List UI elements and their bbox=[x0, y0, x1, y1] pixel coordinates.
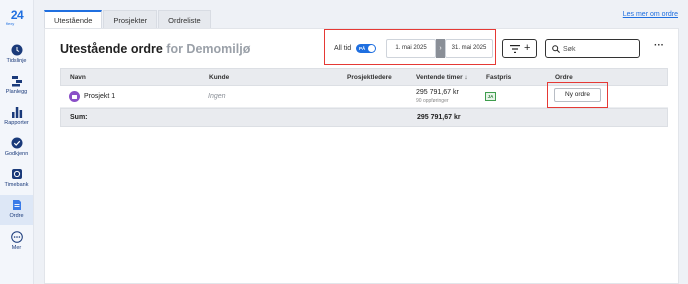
more-circle-icon bbox=[10, 231, 23, 243]
col-header-managers[interactable]: Prosjektledere bbox=[347, 74, 392, 81]
filter-icon bbox=[510, 45, 520, 53]
sidebar-item-label: Rapporter bbox=[4, 120, 29, 126]
sidebar-item-timebank[interactable]: Timebank bbox=[0, 164, 33, 194]
learn-more-link[interactable]: Les mer om ordre bbox=[623, 11, 678, 18]
search-icon bbox=[552, 45, 560, 53]
logo-sub: flexy bbox=[6, 21, 15, 26]
table-sum-row: Sum: 295 791,67 kr bbox=[60, 108, 668, 127]
col-header-order[interactable]: Ordre bbox=[555, 74, 573, 81]
col-header-pending-hours[interactable]: Ventende timer ↓ bbox=[416, 74, 468, 81]
tab-ordreliste[interactable]: Ordreliste bbox=[158, 10, 211, 29]
toggle-knob bbox=[368, 45, 375, 52]
sidebar-item-godkjenn[interactable]: Godkjenn bbox=[0, 133, 33, 163]
logo-number: 24 bbox=[10, 8, 24, 22]
bar-chart-icon bbox=[11, 107, 22, 118]
add-filter-button[interactable]: + bbox=[502, 39, 537, 58]
sum-label: Sum: bbox=[70, 114, 88, 121]
sidebar-item-label: Mer bbox=[11, 245, 22, 251]
main-area: Utestående Prosjekter Ordreliste Les mer… bbox=[34, 0, 688, 284]
search-box bbox=[545, 39, 640, 58]
all-time-toggle[interactable]: PÅ bbox=[356, 44, 376, 53]
more-options-icon[interactable]: ··· bbox=[654, 41, 664, 51]
sidebar-item-rapporter[interactable]: Rapporter bbox=[0, 102, 33, 132]
sidebar-item-planlegg[interactable]: Planlegg bbox=[0, 71, 33, 101]
timebank-icon bbox=[11, 169, 22, 179]
table-row: Prosjekt 1 Ingen 295 791,67 kr 90 oppfør… bbox=[60, 82, 668, 108]
sidebar-item-label: Godkjenn bbox=[4, 151, 29, 157]
col-header-customer[interactable]: Kunde bbox=[209, 74, 229, 81]
page-title: Utestående ordre for Demomiljø bbox=[60, 42, 250, 56]
pending-entries-count: 90 oppføringer bbox=[416, 98, 449, 104]
search-input[interactable] bbox=[563, 42, 635, 56]
date-from-field[interactable]: 1. mai 2025 bbox=[386, 39, 436, 58]
sum-pending-hours: 295 791,67 kr bbox=[417, 114, 461, 121]
project-name-link[interactable]: Prosjekt 1 bbox=[84, 93, 115, 100]
page-title-context: for Demomiljø bbox=[166, 42, 251, 56]
sidebar-item-tidslinje[interactable]: Tidslinje bbox=[0, 40, 33, 70]
col-header-fixed-price[interactable]: Fastpris bbox=[486, 74, 511, 81]
toggle-label: PÅ bbox=[359, 46, 366, 51]
tab-utestaende[interactable]: Utestående bbox=[44, 10, 103, 29]
page-title-main: Utestående ordre bbox=[60, 42, 163, 56]
col-header-name[interactable]: Navn bbox=[70, 74, 86, 81]
app-logo[interactable]: 24 flexy bbox=[6, 8, 28, 26]
new-order-button[interactable]: Ny ordre bbox=[554, 88, 601, 102]
sidebar-item-mer[interactable]: Mer bbox=[0, 227, 33, 257]
sidebar-item-ordre[interactable]: Ordre bbox=[0, 195, 33, 225]
sidebar: 24 flexy Tidslinje Planlegg Rapporter Go… bbox=[0, 0, 34, 284]
plus-icon: + bbox=[524, 42, 531, 54]
project-folder-icon bbox=[69, 91, 80, 102]
date-to-field[interactable]: 31. mai 2025 bbox=[445, 39, 493, 58]
chevron-right-icon: › bbox=[436, 39, 445, 58]
content-panel: Utestående ordre for Demomiljø All tid P… bbox=[44, 28, 679, 284]
pending-hours-cell: 295 791,67 kr bbox=[416, 89, 459, 96]
customer-cell: Ingen bbox=[208, 93, 226, 100]
sidebar-item-label: Tidslinje bbox=[6, 58, 27, 64]
check-circle-icon bbox=[11, 137, 22, 149]
sidebar-item-label: Timebank bbox=[4, 182, 29, 188]
sidebar-item-label: Planlegg bbox=[5, 89, 28, 95]
tab-prosjekter[interactable]: Prosjekter bbox=[103, 10, 158, 29]
tab-bar: Utestående Prosjekter Ordreliste bbox=[44, 10, 212, 29]
all-time-label: All tid bbox=[334, 45, 352, 52]
fixed-price-badge: JA bbox=[485, 92, 496, 101]
clock-icon bbox=[11, 44, 22, 56]
sidebar-item-label: Ordre bbox=[9, 213, 24, 219]
plan-icon bbox=[11, 76, 22, 87]
orders-table: Navn Kunde Prosjektledere Ventende timer… bbox=[60, 68, 668, 127]
document-icon bbox=[12, 200, 21, 210]
